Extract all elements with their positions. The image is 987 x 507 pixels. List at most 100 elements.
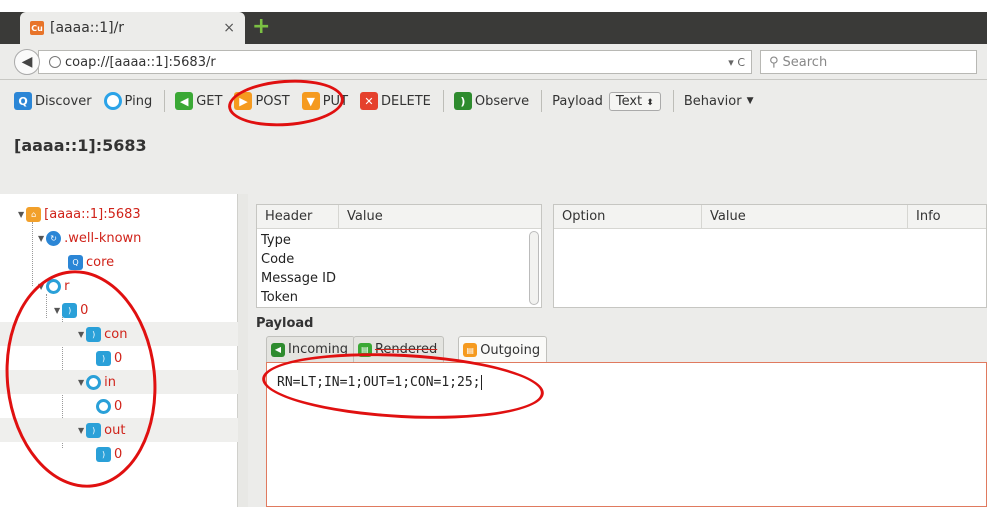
post-button[interactable]: ▶ POST bbox=[234, 92, 290, 110]
delete-x-icon: ✕ bbox=[360, 92, 379, 110]
tree-label: in bbox=[104, 374, 117, 390]
tree-item-in-0[interactable]: 0 bbox=[0, 394, 238, 418]
payload-format-value: Text bbox=[615, 93, 643, 109]
put-label: PUT bbox=[322, 93, 349, 109]
tab-close-icon[interactable]: × bbox=[223, 20, 235, 36]
back-button[interactable]: ◀ bbox=[14, 49, 40, 75]
tab-incoming[interactable]: ◀ Incoming bbox=[266, 336, 355, 362]
tab-favicon-icon: Cu bbox=[30, 21, 44, 35]
search-input[interactable]: ⚲ Search bbox=[760, 50, 977, 74]
tree-item-out[interactable]: ▼ ) out bbox=[0, 418, 238, 442]
tree-item-out-0[interactable]: ) 0 bbox=[0, 442, 238, 466]
toolbar-separator bbox=[442, 90, 444, 112]
tab-rendered[interactable]: ▤ Rendered bbox=[352, 336, 445, 362]
tree-item-0[interactable]: ▼ ) 0 bbox=[0, 298, 238, 322]
search-placeholder: Search bbox=[782, 54, 828, 70]
header-row-label: Code bbox=[261, 252, 295, 267]
put-button[interactable]: ▼ PUT bbox=[301, 92, 349, 110]
payload-section-title: Payload bbox=[256, 316, 314, 331]
tab-outgoing[interactable]: ▤ Outgoing bbox=[458, 336, 548, 363]
url-text[interactable]: coap://[aaaa::1]:5683/r bbox=[65, 55, 728, 70]
back-arrow-icon: ◀ bbox=[21, 54, 33, 70]
tree-label: .well-known bbox=[64, 230, 142, 246]
payload-text[interactable]: RN=LT;IN=1;OUT=1;CON=1;25; bbox=[277, 375, 482, 390]
tree-item-con[interactable]: ▼ ) con bbox=[0, 322, 238, 346]
column-header[interactable]: Value bbox=[339, 205, 541, 228]
column-header[interactable]: Value bbox=[702, 205, 908, 228]
resource-ring-icon bbox=[86, 374, 102, 390]
browser-tab[interactable]: Cu [aaaa::1]/r × bbox=[20, 12, 245, 44]
tree-label: 0 bbox=[114, 398, 123, 414]
well-known-icon: ↻ bbox=[46, 230, 62, 246]
discover-button[interactable]: Q Discover bbox=[14, 92, 92, 110]
observe-button[interactable]: ) Observe bbox=[453, 92, 530, 110]
text-caret bbox=[480, 375, 482, 390]
tree-label: out bbox=[104, 422, 126, 438]
column-header[interactable]: Option bbox=[554, 205, 702, 228]
outgoing-icon: ▤ bbox=[463, 343, 478, 357]
new-tab-button[interactable]: + bbox=[252, 16, 270, 38]
search-icon: ⚲ bbox=[769, 54, 779, 70]
column-header[interactable]: Info bbox=[908, 205, 986, 228]
behavior-label: Behavior bbox=[683, 93, 742, 109]
observable-rss-icon: ) bbox=[96, 446, 111, 462]
rss-icon: ) bbox=[453, 92, 472, 110]
column-header[interactable]: Header bbox=[257, 205, 339, 228]
payload-format-label: Payload bbox=[552, 93, 603, 109]
url-reload-controls[interactable]: ▾ C bbox=[728, 56, 751, 69]
expand-triangle-icon: ▼ bbox=[78, 329, 85, 339]
url-bar[interactable]: coap://[aaaa::1]:5683/r ▾ C bbox=[38, 50, 752, 74]
payload-format-select[interactable]: Text ⬍ bbox=[608, 91, 661, 111]
toolbar-separator bbox=[541, 90, 543, 112]
tab-label: Outgoing bbox=[480, 342, 541, 358]
magnifier-icon: Q bbox=[14, 92, 32, 110]
discover-label: Discover bbox=[35, 93, 92, 109]
get-button[interactable]: ◀ GET bbox=[175, 92, 222, 110]
tree-item-in[interactable]: ▼ in bbox=[0, 370, 238, 394]
tree-item-core[interactable]: Q core bbox=[0, 250, 238, 274]
tree-label: con bbox=[104, 326, 128, 342]
tree-item-con-0[interactable]: ) 0 bbox=[0, 346, 238, 370]
delete-label: DELETE bbox=[381, 93, 431, 109]
message-panel: Header Value Type Code Message ID Token … bbox=[248, 194, 987, 507]
tree-label: core bbox=[86, 254, 115, 270]
observable-rss-icon: ) bbox=[62, 302, 78, 318]
payload-tabs: ◀ Incoming ▤ Rendered ▤ Outgoing bbox=[266, 336, 551, 363]
toolbar-separator bbox=[672, 90, 674, 112]
ping-label: Ping bbox=[124, 93, 153, 109]
behavior-menu[interactable]: Behavior ▼ bbox=[684, 94, 754, 109]
expand-triangle-icon: ▼ bbox=[78, 425, 85, 435]
expand-triangle-icon: ▼ bbox=[78, 377, 85, 387]
delete-button[interactable]: ✕ DELETE bbox=[360, 92, 431, 110]
endpoint-address: [aaaa::1]:5683 bbox=[14, 136, 147, 155]
resource-tree: ▼ ⌂ [aaaa::1]:5683 ▼ ↻ .well-known Q cor… bbox=[0, 194, 238, 507]
header-table: Header Value Type Code Message ID Token bbox=[256, 204, 542, 308]
resource-ring-icon bbox=[46, 278, 62, 294]
observable-rss-icon: ) bbox=[96, 350, 111, 366]
ping-button[interactable]: Ping bbox=[103, 92, 153, 110]
observe-label: Observe bbox=[474, 93, 530, 109]
observable-rss-icon: ) bbox=[86, 422, 102, 438]
option-table-head: Option Value Info bbox=[554, 205, 986, 229]
incoming-icon: ◀ bbox=[271, 342, 285, 357]
tree-label: [aaaa::1]:5683 bbox=[44, 206, 141, 222]
expand-triangle-icon: ▼ bbox=[38, 233, 45, 243]
tree-label: 0 bbox=[114, 350, 123, 366]
navigation-bar: coap://[aaaa::1]:5683/r ▾ C ◀ ⚲ Search bbox=[0, 44, 987, 80]
arrow-left-icon: ◀ bbox=[175, 92, 194, 110]
vertical-scrollbar[interactable] bbox=[529, 231, 539, 305]
splitter[interactable] bbox=[238, 194, 248, 507]
header-row-label: Type bbox=[261, 233, 291, 248]
tree-item-root[interactable]: ▼ ⌂ [aaaa::1]:5683 bbox=[0, 202, 238, 226]
tree-item-well-known[interactable]: ▼ ↻ .well-known bbox=[0, 226, 238, 250]
outgoing-payload-editor[interactable]: RN=LT;IN=1;OUT=1;CON=1;25; bbox=[266, 362, 987, 507]
observable-rss-icon: ) bbox=[86, 326, 102, 342]
copper-toolbar: Q Discover Ping ◀ GET ▶ POST ▼ PUT ✕ DEL… bbox=[0, 80, 987, 122]
header-rows: Type Code Message ID Token bbox=[257, 229, 541, 307]
header-row-label: Token bbox=[261, 290, 298, 305]
tree-item-r[interactable]: ▼ r bbox=[0, 274, 238, 298]
resource-ring-icon bbox=[96, 398, 111, 414]
option-table: Option Value Info bbox=[553, 204, 987, 308]
spinner-icon: ⬍ bbox=[646, 97, 654, 108]
rendered-icon: ▤ bbox=[357, 342, 372, 357]
